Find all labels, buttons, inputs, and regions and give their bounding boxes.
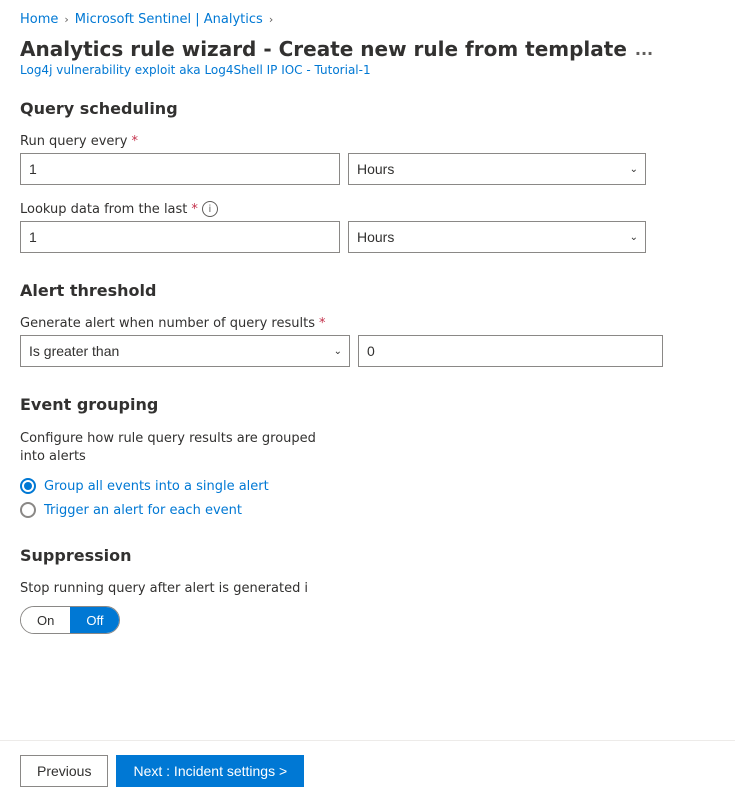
lookup-unit-select[interactable]: Hours Minutes Days	[348, 221, 646, 253]
lookup-info-icon[interactable]: i	[202, 201, 218, 217]
page-subtitle: Log4j vulnerability exploit aka Log4Shel…	[20, 63, 715, 77]
run-query-inputs: Hours Minutes Days ⌄	[20, 153, 715, 185]
lookup-unit-wrapper: Hours Minutes Days ⌄	[348, 221, 646, 253]
footer: Previous Next : Incident settings >	[0, 740, 735, 801]
radio-group-all[interactable]: Group all events into a single alert	[20, 478, 715, 494]
query-scheduling-section: Query scheduling Run query every * Hours…	[20, 99, 715, 253]
run-query-input[interactable]	[20, 153, 340, 185]
lookup-inputs: Hours Minutes Days ⌄	[20, 221, 715, 253]
run-query-unit-wrapper: Hours Minutes Days ⌄	[348, 153, 646, 185]
breadcrumb-sentinel[interactable]: Microsoft Sentinel | Analytics	[75, 12, 263, 27]
toggle-off-button[interactable]: Off	[70, 607, 119, 633]
content: Query scheduling Run query every * Hours…	[0, 79, 735, 742]
radio-group-all-label: Group all events into a single alert	[44, 479, 269, 494]
suppression-section: Suppression Stop running query after ale…	[20, 546, 715, 634]
suppression-label: Stop running query after alert is genera…	[20, 581, 715, 596]
run-query-row: Run query every * Hours Minutes Days ⌄	[20, 134, 715, 185]
threshold-label: Generate alert when number of query resu…	[20, 316, 715, 331]
run-query-unit-select[interactable]: Hours Minutes Days	[348, 153, 646, 185]
alert-threshold-title: Alert threshold	[20, 281, 715, 300]
radio-each-event[interactable]: Trigger an alert for each event	[20, 502, 715, 518]
event-grouping-desc: Configure how rule query results are gro…	[20, 430, 330, 466]
query-scheduling-title: Query scheduling	[20, 99, 715, 118]
alert-threshold-section: Alert threshold Generate alert when numb…	[20, 281, 715, 367]
threshold-required: *	[319, 316, 326, 331]
lookup-row: Lookup data from the last * i Hours Minu…	[20, 201, 715, 253]
event-grouping-section: Event grouping Configure how rule query …	[20, 395, 715, 518]
threshold-row: Generate alert when number of query resu…	[20, 316, 715, 367]
threshold-condition-select[interactable]: Is greater than Is less than Is equal to…	[20, 335, 350, 367]
next-button[interactable]: Next : Incident settings >	[116, 755, 304, 787]
radio-group-all-icon	[20, 478, 36, 494]
breadcrumb-home[interactable]: Home	[20, 12, 58, 27]
breadcrumb-sep2: ›	[269, 13, 273, 26]
suppression-title: Suppression	[20, 546, 715, 565]
breadcrumb: Home › Microsoft Sentinel | Analytics ›	[0, 0, 735, 33]
threshold-value-input[interactable]	[358, 335, 663, 367]
page-title: Analytics rule wizard - Create new rule …	[20, 37, 715, 61]
threshold-inputs: Is greater than Is less than Is equal to…	[20, 335, 715, 367]
suppression-info-icon[interactable]: i	[304, 581, 308, 596]
lookup-input[interactable]	[20, 221, 340, 253]
run-query-required: *	[131, 134, 138, 149]
lookup-required: *	[191, 202, 198, 217]
breadcrumb-sep1: ›	[64, 13, 68, 26]
radio-each-event-label: Trigger an alert for each event	[44, 503, 242, 518]
page-ellipsis-menu[interactable]: ...	[635, 40, 653, 59]
event-grouping-title: Event grouping	[20, 395, 715, 414]
page-title-text: Analytics rule wizard - Create new rule …	[20, 37, 627, 61]
threshold-condition-wrapper: Is greater than Is less than Is equal to…	[20, 335, 350, 367]
run-query-label: Run query every *	[20, 134, 715, 149]
event-grouping-options: Group all events into a single alert Tri…	[20, 478, 715, 518]
page-header: Analytics rule wizard - Create new rule …	[0, 33, 735, 79]
lookup-label: Lookup data from the last * i	[20, 201, 715, 217]
previous-button[interactable]: Previous	[20, 755, 108, 787]
suppression-toggle[interactable]: On Off	[20, 606, 120, 634]
toggle-on-button[interactable]: On	[21, 607, 70, 633]
radio-each-event-icon	[20, 502, 36, 518]
